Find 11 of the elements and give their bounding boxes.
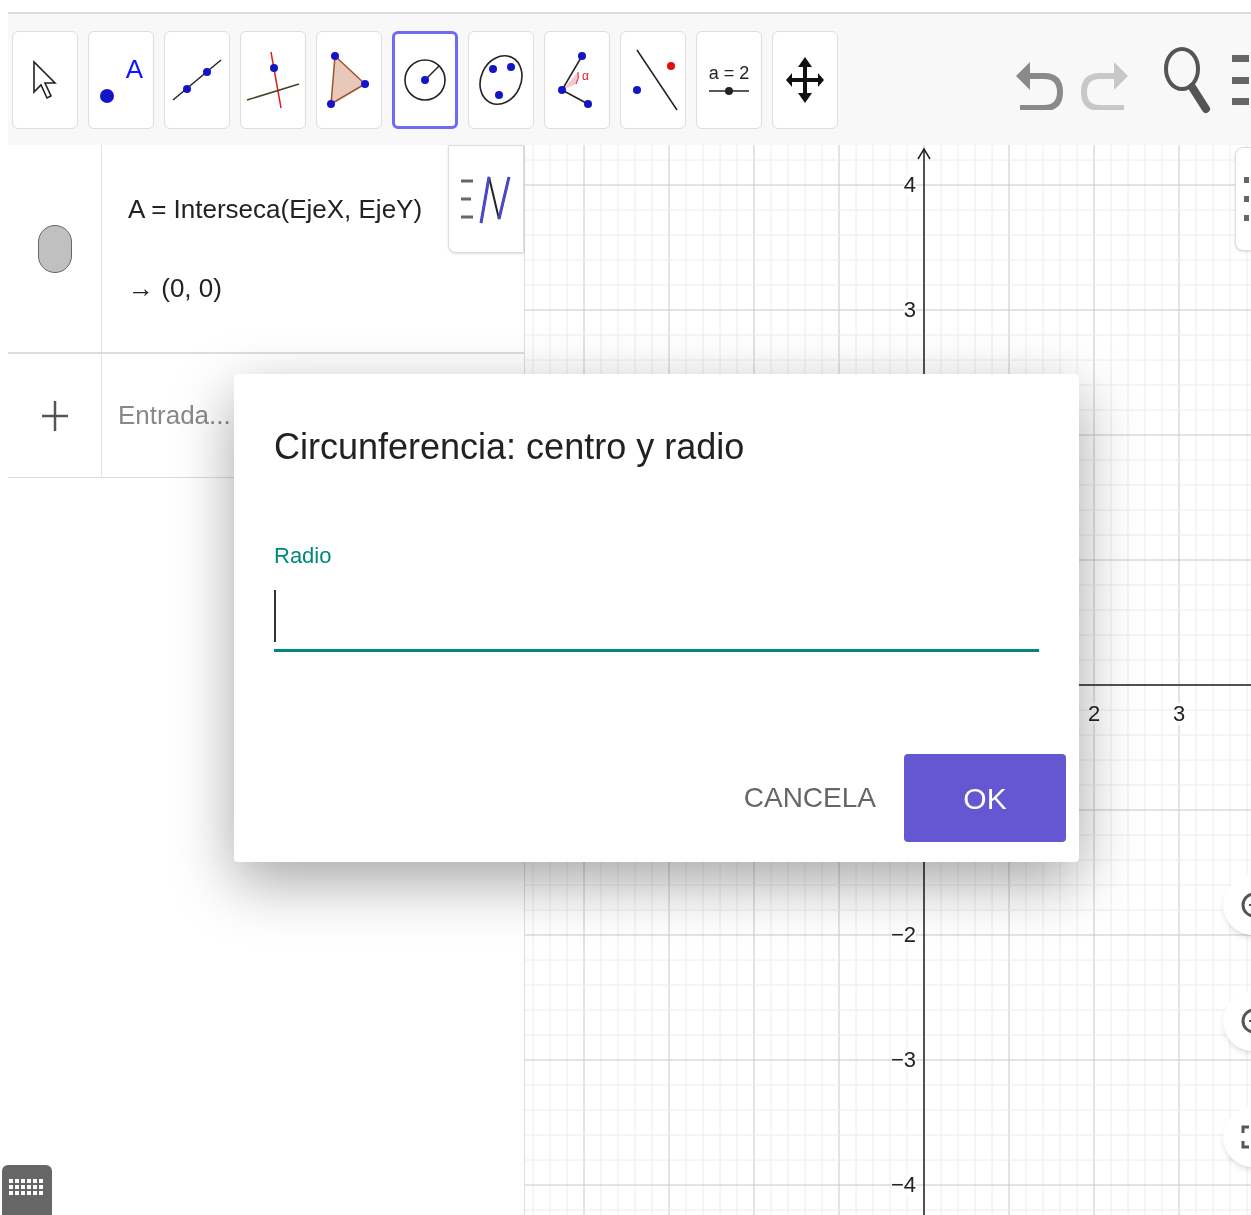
- axis-label: 3: [1173, 703, 1186, 725]
- object-definition: A = Interseca(EjeX, EjeY): [128, 192, 423, 226]
- axis-label: 4: [903, 174, 916, 196]
- object-value: → (0, 0): [128, 271, 223, 305]
- axis-label: −4: [890, 1174, 916, 1196]
- axis-label: −3: [890, 1049, 916, 1071]
- field-label: Radio: [274, 542, 333, 570]
- axis-label: 2: [1088, 703, 1101, 725]
- axis-label: −2: [890, 924, 916, 946]
- dialog-title: Circunferencia: centro y radio: [274, 425, 746, 469]
- axis-label: 3: [903, 299, 916, 321]
